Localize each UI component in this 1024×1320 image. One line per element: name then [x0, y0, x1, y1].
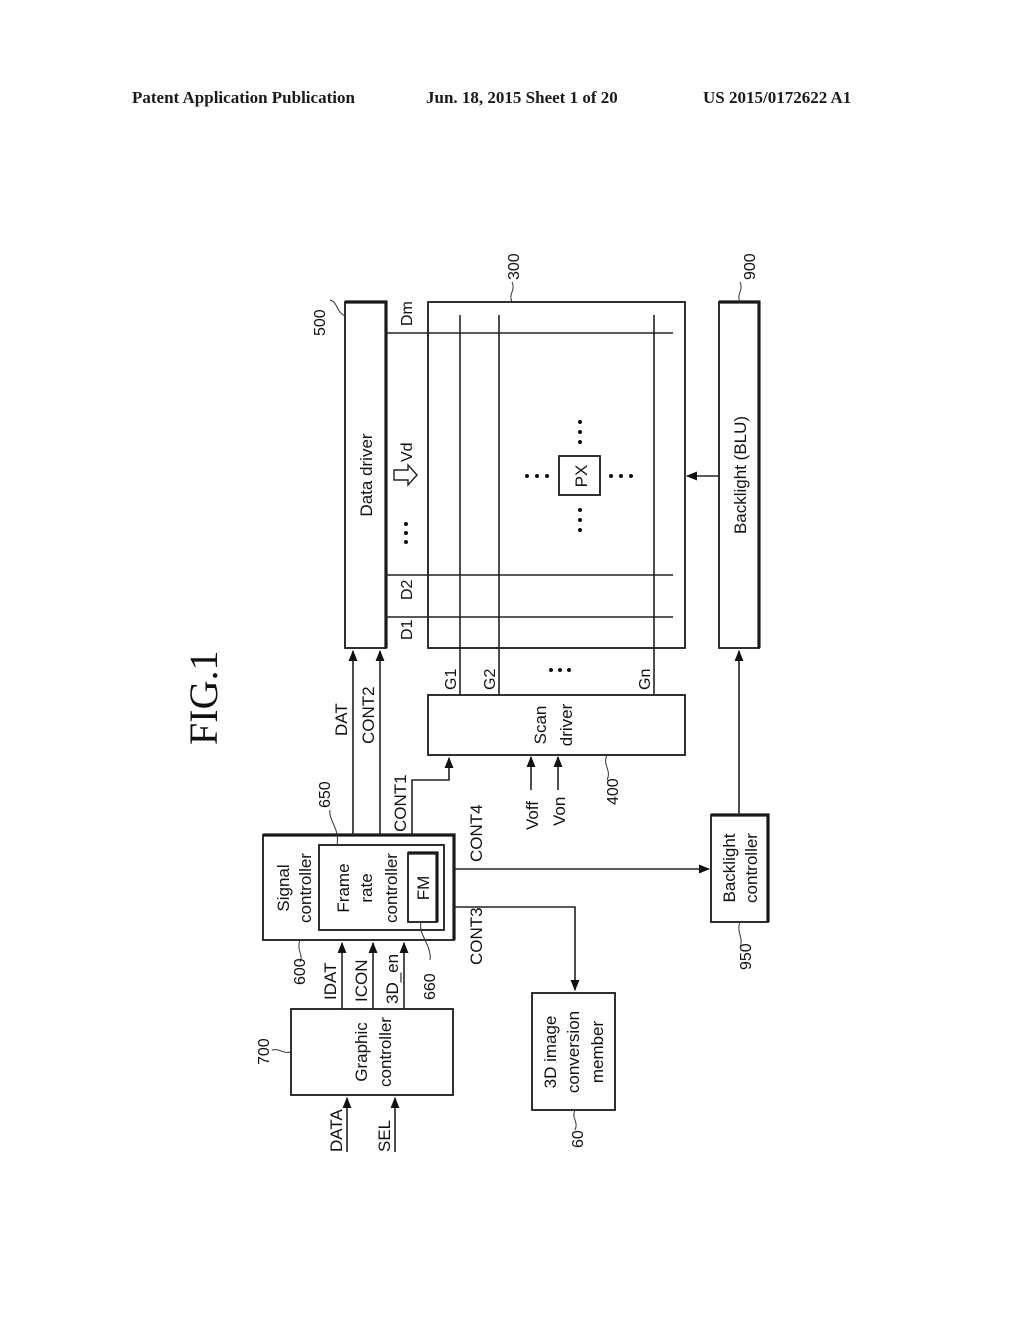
graphic-controller-block: Graphic controller: [290, 1008, 454, 1096]
icon-label: ICON: [352, 960, 371, 1003]
data-driver-block: Data driver: [344, 300, 388, 649]
cont4-label: CONT4: [467, 804, 486, 862]
vd-label: Vd: [399, 442, 416, 462]
signal-controller-label-1: Signal: [274, 864, 293, 911]
signal-controller-ref: 600: [292, 958, 309, 985]
frame-rate-controller-ref: 650: [317, 781, 334, 808]
backlight-ref: 900: [742, 253, 759, 280]
image-conversion-leader: [573, 1109, 577, 1131]
block-diagram: FIG.1 Data driver 500 PX 300 Dm D2 D1 Vd…: [181, 253, 770, 1152]
panel-ref: 300: [506, 253, 523, 280]
graphic-controller-label-1: Graphic: [352, 1022, 371, 1082]
gate-line-label-g1: G1: [443, 669, 460, 690]
image-conversion-label-2: conversion: [564, 1011, 583, 1093]
dat-label: DAT: [332, 703, 351, 736]
graphic-controller-leader: [271, 1049, 292, 1053]
vd-arrow-icon: [393, 463, 418, 487]
data-line-label-dm: Dm: [399, 301, 416, 326]
signal-controller-label-2: controller: [296, 853, 315, 923]
graphic-controller-ref: 700: [256, 1038, 273, 1065]
cont2-label: CONT2: [359, 686, 378, 744]
graphic-controller-label-2: controller: [376, 1017, 395, 1087]
scan-driver-ref: 400: [605, 778, 622, 805]
backlight-controller-label-2: controller: [742, 833, 761, 903]
frame-rate-controller-label-2: rate: [357, 873, 376, 902]
pixel-label: PX: [572, 465, 591, 488]
data-driver-label: Data driver: [357, 433, 376, 516]
data-driver-ref: 500: [312, 309, 329, 336]
data-line-label-d2: D2: [399, 579, 416, 600]
figure-title: FIG.1: [181, 651, 226, 745]
voff-label: Voff: [523, 801, 542, 830]
cont3-label: CONT3: [467, 907, 486, 965]
frame-rate-controller-label-1: Frame: [334, 863, 353, 912]
frame-rate-controller-label-3: controller: [382, 853, 401, 923]
sel-input-label: SEL: [375, 1120, 394, 1152]
gate-line-label-g2: G2: [482, 669, 499, 690]
scan-driver-label-2: driver: [557, 703, 576, 746]
backlight-block: Backlight (BLU): [718, 300, 761, 649]
backlight-leader: [738, 281, 742, 303]
idat-label: IDAT: [321, 963, 340, 1000]
gate-line-label-gn: Gn: [637, 669, 654, 690]
frame-memory-label: FM: [414, 876, 433, 901]
display-panel: PX: [386, 301, 686, 695]
image-conversion-label-1: 3D image: [541, 1016, 560, 1089]
scan-driver-leader: [605, 754, 609, 781]
gate-line-ellipsis: [549, 668, 571, 672]
image-conversion-label-3: member: [588, 1020, 607, 1083]
cont1-arrow: [411, 756, 454, 835]
en3d-label: 3D_en: [383, 954, 402, 1004]
backlight-controller-label-1: Backlight: [720, 833, 739, 902]
panel-leader: [510, 281, 514, 303]
data-input-label: DATA: [327, 1109, 346, 1152]
data-line-label-d1: D1: [399, 619, 416, 640]
frame-memory-block: FM: [407, 851, 439, 923]
backlight-label: Backlight (BLU): [731, 416, 750, 534]
frame-memory-ref: 660: [422, 973, 439, 1000]
data-driver-leader: [329, 299, 346, 317]
image-conversion-ref: 60: [570, 1130, 587, 1148]
von-label: Von: [550, 797, 569, 826]
scan-driver-block: Scan driver: [427, 694, 686, 756]
backlight-controller-block: Backlight controller: [710, 813, 770, 923]
cont1-label: CONT1: [391, 774, 410, 832]
scan-driver-label-1: Scan: [531, 706, 550, 745]
image-conversion-block: 3D image conversion member: [531, 992, 616, 1111]
data-line-ellipsis: [404, 522, 408, 544]
